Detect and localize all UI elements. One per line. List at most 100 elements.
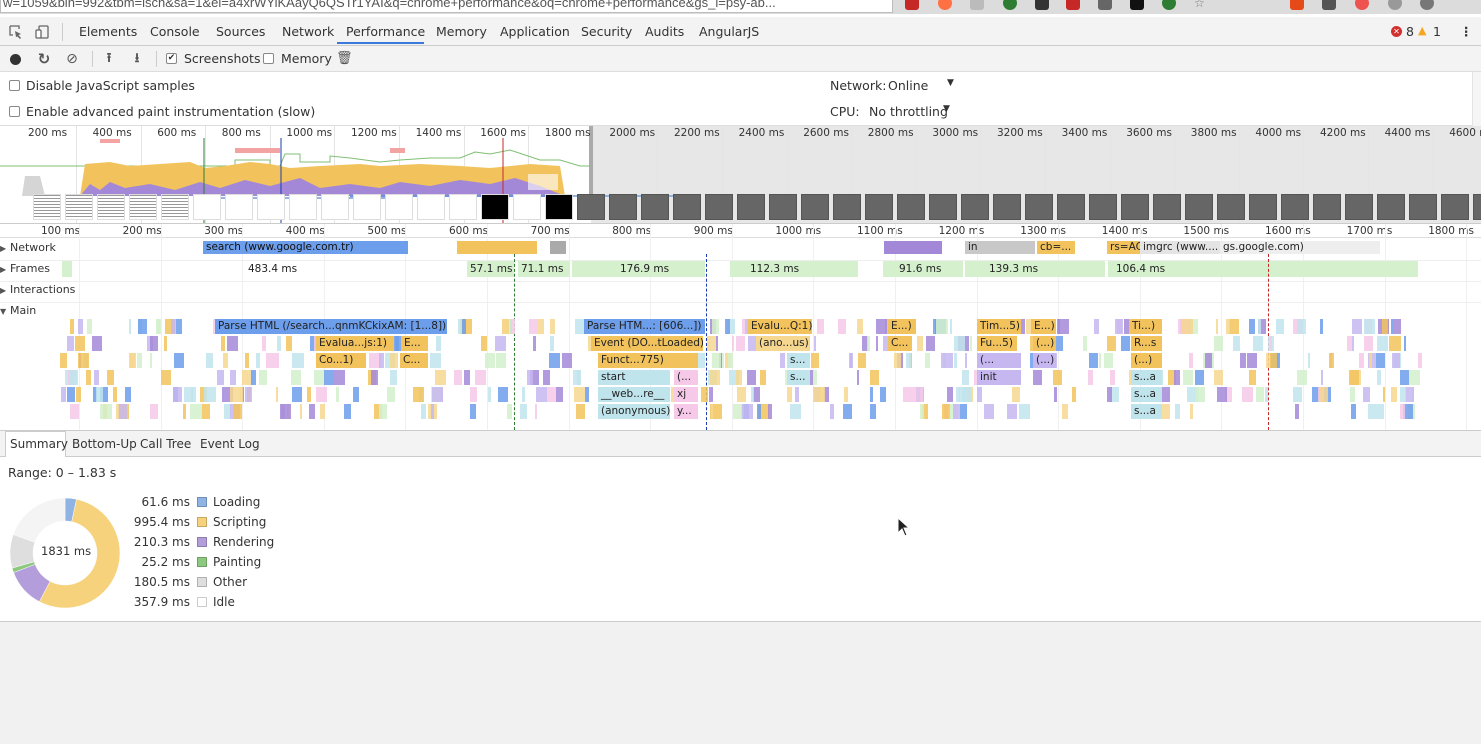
tab-network[interactable]: Network xyxy=(282,24,334,39)
screenshot-thumbnail[interactable] xyxy=(193,194,221,220)
screenshot-thumbnail[interactable] xyxy=(673,194,701,220)
extension-icon-9[interactable] xyxy=(1162,0,1176,10)
flame-block[interactable]: Tim...5) xyxy=(977,319,1021,334)
screenshot-thumbnail[interactable] xyxy=(513,194,541,220)
screenshot-thumbnail[interactable] xyxy=(65,194,93,220)
frames-track-header[interactable]: ▶ Frames xyxy=(0,262,50,275)
screenshot-thumbnail[interactable] xyxy=(961,194,989,220)
network-request[interactable]: cb=... xyxy=(1037,241,1075,254)
flame-block[interactable]: Event (DO...tLoaded) xyxy=(591,336,703,351)
flame-block[interactable]: Ti...) xyxy=(1129,319,1162,334)
screenshot-thumbnail[interactable] xyxy=(897,194,925,220)
network-request[interactable]: gs.google.com) xyxy=(1220,241,1380,254)
frame-block[interactable]: 139.3 ms xyxy=(965,261,1105,277)
flame-block[interactable]: s... xyxy=(787,370,810,385)
screenshot-thumbnail[interactable] xyxy=(33,194,61,220)
frame-block[interactable]: 106.4 ms xyxy=(1108,261,1418,277)
extension-icon-5[interactable] xyxy=(1035,0,1049,10)
extension-icon-11[interactable] xyxy=(1322,0,1336,10)
extension-icon-8[interactable] xyxy=(1130,0,1144,10)
browser-menu-icon[interactable] xyxy=(1420,0,1434,10)
flame-block[interactable]: C... xyxy=(888,336,912,351)
tab-bottom-up[interactable]: Bottom-Up xyxy=(72,437,137,451)
settings-scrollbar[interactable] xyxy=(1472,72,1481,126)
frame-block[interactable]: 57.1 ms xyxy=(467,261,514,277)
frame-block[interactable]: 112.3 ms xyxy=(730,261,858,277)
flame-block[interactable]: (ano...us) xyxy=(756,336,810,351)
frame-block[interactable]: 176.9 ms xyxy=(572,261,705,277)
flame-block[interactable]: init xyxy=(977,370,1021,385)
extension-icon-3[interactable] xyxy=(970,0,984,10)
clear-icon[interactable]: ⊘ xyxy=(65,52,79,66)
flame-block[interactable]: y... xyxy=(674,404,698,419)
disable-js-samples-checkbox[interactable] xyxy=(9,80,20,91)
screenshot-thumbnail[interactable] xyxy=(833,194,861,220)
network-track-header[interactable]: ▶ Network xyxy=(0,241,56,254)
screenshot-thumbnail[interactable] xyxy=(1473,194,1481,220)
network-request[interactable]: imgrc (www.... xyxy=(1140,241,1220,254)
network-throttle-select[interactable]: Online xyxy=(888,78,928,93)
frame-block[interactable]: 71.1 ms xyxy=(518,261,570,277)
tab-event-log[interactable]: Event Log xyxy=(200,437,260,451)
extension-icon-7[interactable] xyxy=(1098,0,1112,10)
screenshot-thumbnail[interactable] xyxy=(1441,194,1469,220)
warning-count[interactable]: 1 xyxy=(1433,24,1441,39)
disable-js-samples-label[interactable]: Disable JavaScript samples xyxy=(26,78,195,93)
screenshot-thumbnail[interactable] xyxy=(321,194,349,220)
screenshot-thumbnail[interactable] xyxy=(161,194,189,220)
cpu-throttle-select[interactable]: No throttling xyxy=(869,104,948,119)
flame-block[interactable]: xj xyxy=(674,387,698,402)
main-track-header[interactable]: ▼ Main xyxy=(0,304,36,317)
extension-icon-4[interactable] xyxy=(1003,0,1017,10)
screenshot-thumbnail[interactable] xyxy=(545,194,573,220)
network-request[interactable] xyxy=(457,241,537,254)
tab-call-tree[interactable]: Call Tree xyxy=(140,437,191,451)
flame-block[interactable]: E... xyxy=(401,336,428,351)
flame-block[interactable]: Parse HTM...: [606...]) xyxy=(584,319,705,334)
flame-block[interactable]: Fu...5) xyxy=(977,336,1017,351)
screenshot-thumbnail[interactable] xyxy=(1153,194,1181,220)
network-request[interactable] xyxy=(884,241,942,254)
flame-block[interactable]: E...) xyxy=(888,319,916,334)
screenshot-thumbnail[interactable] xyxy=(257,194,285,220)
screenshot-thumbnail[interactable] xyxy=(769,194,797,220)
screenshot-thumbnail[interactable] xyxy=(1345,194,1373,220)
screenshot-thumbnail[interactable] xyxy=(1089,194,1117,220)
screenshot-thumbnail[interactable] xyxy=(289,194,317,220)
screenshots-label[interactable]: Screenshots xyxy=(184,51,260,66)
tab-sources[interactable]: Sources xyxy=(216,24,265,39)
flame-block[interactable]: s... xyxy=(787,353,810,368)
flame-block[interactable]: Evalua...js:1) xyxy=(316,336,394,351)
reload-record-icon[interactable]: ↻ xyxy=(37,52,51,67)
frame-block[interactable]: 91.6 ms xyxy=(883,261,963,277)
address-bar[interactable]: w=1059&bih=992&tbm=isch&sa=1&ei=a4xrWYiK… xyxy=(0,0,893,13)
screenshot-thumbnail[interactable] xyxy=(1313,194,1341,220)
flame-block[interactable]: start xyxy=(598,370,670,385)
tab-performance[interactable]: Performance xyxy=(346,24,425,39)
screenshot-thumbnail[interactable] xyxy=(801,194,829,220)
timeline-overview[interactable]: 200 ms 400 ms 600 ms 800 ms 1000 ms 1200 ms 14… xyxy=(0,126,1481,224)
screenshot-thumbnail[interactable] xyxy=(1121,194,1149,220)
flame-block[interactable]: (...) xyxy=(1033,353,1056,368)
chevron-down-icon[interactable]: ▼ xyxy=(943,104,950,114)
screenshot-thumbnail[interactable] xyxy=(1281,194,1309,220)
screenshot-thumbnail[interactable] xyxy=(737,194,765,220)
screenshot-thumbnail[interactable] xyxy=(417,194,445,220)
flame-block[interactable]: (... xyxy=(674,370,698,385)
screenshot-thumbnail[interactable] xyxy=(609,194,637,220)
advanced-paint-checkbox[interactable] xyxy=(9,106,20,117)
network-request[interactable]: rs=AC xyxy=(1107,241,1141,254)
flame-block[interactable]: E...) xyxy=(1031,319,1056,334)
upload-icon[interactable]: ⭱ xyxy=(102,52,116,66)
trash-icon[interactable]: 🗑 xyxy=(336,52,353,66)
screenshot-thumbnail[interactable] xyxy=(1409,194,1437,220)
screenshot-thumbnail[interactable] xyxy=(993,194,1021,220)
screenshot-thumbnail[interactable] xyxy=(353,194,381,220)
extension-icon-13[interactable] xyxy=(1388,0,1402,10)
device-toolbar-icon[interactable] xyxy=(35,25,49,39)
screenshot-thumbnail[interactable] xyxy=(449,194,477,220)
screenshot-thumbnail[interactable] xyxy=(641,194,669,220)
frame-block[interactable] xyxy=(62,261,72,277)
warning-icon[interactable]: ▲ xyxy=(1418,24,1426,37)
flame-block[interactable]: (... xyxy=(977,353,1021,368)
